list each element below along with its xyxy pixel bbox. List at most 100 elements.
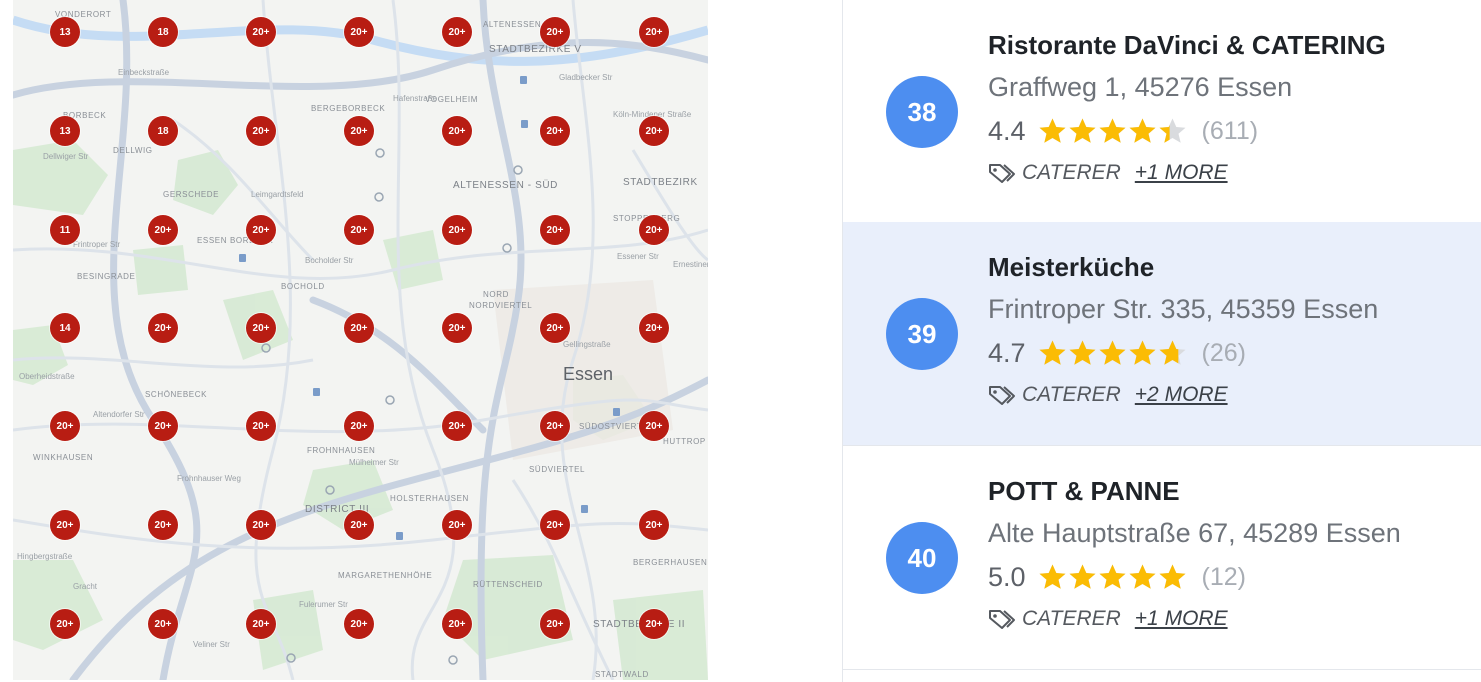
more-categories-link[interactable]: +1 MORE: [1135, 607, 1228, 631]
map-label-bergerhausen: BERGERHAUSEN: [633, 558, 708, 567]
street-label: Hingbergstraße: [17, 552, 73, 561]
map-pin[interactable]: 20+: [442, 116, 472, 146]
street-label: Einbeckstraße: [118, 68, 170, 77]
map-view[interactable]: VONDERORT ALTENESSEN STADTBEZIRKE V BORB…: [13, 0, 708, 680]
review-count: (12): [1201, 562, 1247, 591]
business-name[interactable]: Meisterküche: [988, 252, 1154, 283]
street-label: Altendorfer Str: [93, 410, 145, 419]
map-pin[interactable]: 20+: [246, 510, 276, 540]
rating-value: 4.7: [988, 337, 1026, 368]
tag-icon: [989, 386, 1015, 405]
business-address: Graffweg 1, 45276 Essen: [988, 72, 1293, 102]
map-pin[interactable]: 20+: [246, 116, 276, 146]
map-pin[interactable]: 14: [50, 313, 80, 343]
map-label-dellwig: DELLWIG: [113, 146, 153, 155]
map-pin[interactable]: 20+: [442, 411, 472, 441]
map-pin[interactable]: 20+: [442, 17, 472, 47]
star-icon: [1039, 340, 1066, 365]
map-label-schonebeck: SCHÖNEBECK: [145, 390, 208, 399]
map-pin[interactable]: 13: [50, 17, 80, 47]
map-pin[interactable]: 20+: [540, 17, 570, 47]
map-pin[interactable]: 20+: [540, 313, 570, 343]
business-name[interactable]: Ristorante DaVinci & CATERING: [988, 30, 1386, 61]
map-pin[interactable]: 18: [148, 17, 178, 47]
map-pin[interactable]: 20+: [639, 17, 669, 47]
map-pin[interactable]: 20+: [442, 313, 472, 343]
map-pin[interactable]: 11: [50, 215, 80, 245]
category-row: CATERER +1 MORE: [988, 161, 1228, 185]
map-pin[interactable]: 20+: [50, 510, 80, 540]
map-pin[interactable]: 20+: [639, 510, 669, 540]
results-list: 38 Ristorante DaVinci & CATERING Graffwe…: [842, 0, 1481, 682]
map-pin[interactable]: 20+: [344, 116, 374, 146]
result-card[interactable]: 38 Ristorante DaVinci & CATERING Graffwe…: [843, 0, 1481, 224]
map-pin[interactable]: 20+: [639, 215, 669, 245]
star-icon: [1129, 118, 1156, 143]
map-pin[interactable]: 20+: [639, 411, 669, 441]
review-count: (611): [1201, 116, 1259, 145]
map-pin[interactable]: 20+: [246, 313, 276, 343]
map-pin[interactable]: 18: [148, 116, 178, 146]
map-pin[interactable]: 20+: [442, 510, 472, 540]
map-label-gerschede: GERSCHEDE: [163, 190, 220, 199]
street-label: Mülheimer Str: [349, 458, 399, 467]
review-count: (26): [1201, 338, 1247, 367]
more-categories-link[interactable]: +1 MORE: [1135, 161, 1228, 185]
map-pin[interactable]: 13: [50, 116, 80, 146]
result-card[interactable]: 39 Meisterküche Frintroper Str. 335, 453…: [843, 222, 1481, 446]
map-pin[interactable]: 20+: [246, 215, 276, 245]
map-pin[interactable]: 20+: [540, 411, 570, 441]
map-label-holsterhausen: HOLSTERHAUSEN: [390, 494, 469, 503]
map-label-stadtbezirke-v: STADTBEZIRKE V: [489, 44, 582, 55]
category-row: CATERER +2 MORE: [988, 383, 1228, 407]
star-icon: [1129, 340, 1156, 365]
map-pin[interactable]: 20+: [148, 411, 178, 441]
map-pin[interactable]: 20+: [344, 609, 374, 639]
map-pin[interactable]: 20+: [148, 609, 178, 639]
business-address: Alte Hauptstraße 67, 45289 Essen: [988, 518, 1401, 548]
star-icon: [1039, 564, 1066, 589]
map-pin[interactable]: 20+: [344, 411, 374, 441]
business-name[interactable]: POTT & PANNE: [988, 476, 1180, 507]
map-pin[interactable]: 20+: [442, 609, 472, 639]
map-pin[interactable]: 20+: [148, 510, 178, 540]
map-pin[interactable]: 20+: [344, 313, 374, 343]
map-pin[interactable]: 20+: [50, 609, 80, 639]
map-label-margarethenhohe: MARGARETHENHÖHE: [338, 571, 433, 580]
map-label-altenessen: ALTENESSEN: [483, 20, 542, 29]
map-pin[interactable]: 20+: [540, 609, 570, 639]
map-pin[interactable]: 20+: [148, 313, 178, 343]
map-label-altenessen-sud: ALTENESSEN - SÜD: [453, 180, 558, 191]
map-pin[interactable]: 20+: [540, 510, 570, 540]
map-label-ruttenscheid: RÜTTENSCHEID: [473, 580, 543, 589]
more-categories-link[interactable]: +2 MORE: [1135, 383, 1228, 407]
map-label-nordviertel: NORDVIERTEL: [469, 301, 533, 310]
map-pin[interactable]: 20+: [246, 609, 276, 639]
star-icon: [1159, 118, 1186, 143]
result-card[interactable]: 40 POTT & PANNE Alte Hauptstraße 67, 452…: [843, 446, 1481, 670]
street-label: Bocholder Str: [305, 256, 354, 265]
map-pin[interactable]: 20+: [639, 313, 669, 343]
map-pin[interactable]: 20+: [344, 17, 374, 47]
map-pin[interactable]: 20+: [442, 215, 472, 245]
map-pin[interactable]: 20+: [540, 215, 570, 245]
category-label: CATERER: [1022, 383, 1121, 406]
map-pin[interactable]: 20+: [344, 215, 374, 245]
map-label-bochold: BOCHOLD: [281, 282, 325, 291]
rating-value: 5.0: [988, 561, 1026, 592]
map-pin[interactable]: 20+: [639, 116, 669, 146]
map-pin[interactable]: 20+: [540, 116, 570, 146]
map-pin[interactable]: 20+: [148, 215, 178, 245]
star-rating: [1038, 339, 1188, 368]
street-label: Veliner Str: [193, 640, 230, 649]
street-label: Ernestinenstraße: [673, 260, 708, 269]
street-label: Gellingstraße: [563, 340, 611, 349]
map-label-besingrade: BESINGRADE: [77, 272, 136, 281]
map-pin[interactable]: 20+: [246, 17, 276, 47]
map-pin[interactable]: 20+: [50, 411, 80, 441]
map-pin[interactable]: 20+: [344, 510, 374, 540]
star-rating: [1038, 117, 1188, 146]
map-pin[interactable]: 20+: [639, 609, 669, 639]
map-pin[interactable]: 20+: [246, 411, 276, 441]
star-icon: [1159, 564, 1186, 589]
